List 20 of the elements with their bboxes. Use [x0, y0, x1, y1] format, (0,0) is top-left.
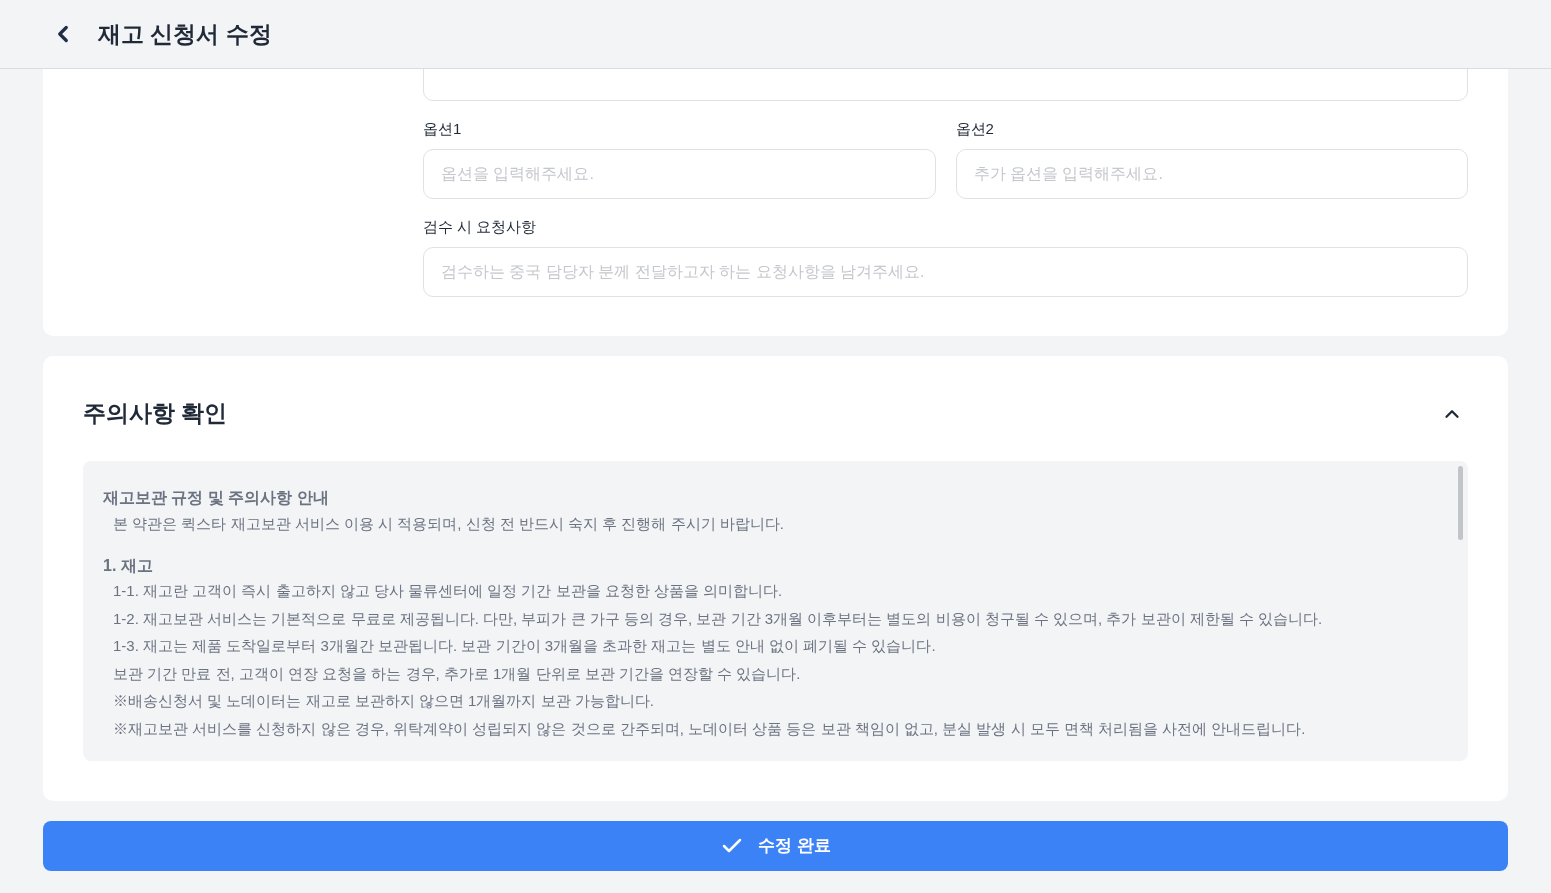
input-field[interactable]: [423, 69, 1468, 101]
terms-line: ※재고보관 서비스를 신청하지 않은 경우, 위탁계약이 성립되지 않은 것으로 간주되며, 노데이터 상품 등은 보관 책임이 없고, 분실 발생 시 모두 면책 처리됨을 사전에 안내드립니다.: [112, 718, 1307, 739]
input-field[interactable]: 추가 옵션을 입력해주세요.: [955, 149, 1468, 199]
terms-line: 보관 기간 만료 전, 고객이 연장 요청을 하는 경우, 추가로 1개월 단위로 보관 기간을 연장할 수 있습니다.: [112, 663, 802, 684]
terms-heading: 재고보관 규정 및 주의사항 안내: [103, 488, 330, 508]
terms-section-title: 1. 재고: [103, 556, 154, 576]
terms-line: 1-3. 재고는 제품 도착일로부터 3개월간 보관됩니다. 보관 기간이 3개월을 초과한 재고는 별도 안내 없이 폐기될 수 있습니다.: [112, 636, 937, 657]
submit-button[interactable]: 수정 완료: [43, 821, 1508, 871]
terms-intro: 본 약관은 퀵스타 재고보관 서비스 이용 시 적용되며, 신청 전 반드시 숙지 후 진행해 주시기 바랍니다.: [112, 514, 785, 534]
input-field[interactable]: 검수하는 중국 담당자 분께 전달하고자 하는 요청사항을 남겨주세요.: [423, 247, 1468, 297]
terms-line: 1-2. 재고보관 서비스는 기본적으로 무료로 제공됩니다. 다만, 부피가 큰 가구 등의 경우, 보관 기간 3개월 이후부터는 별도의 비용이 청구될 수 있으며, 추가 보관이 제한될 수 있습니다.: [112, 608, 1324, 629]
input-field[interactable]: 옵션을 입력해주세요.: [423, 149, 936, 199]
terms-line: 1-1. 재고란 고객이 즉시 출고하지 않고 당사 물류센터에 일정 기간 보관을 요청한 상품을 의미합니다.: [112, 581, 784, 601]
scrollbar-thumb[interactable]: [1458, 466, 1463, 540]
terms-line: ※배송신청서 및 노데이터는 재고로 보관하지 않으면 1개월까지 보관 가능합니다.: [112, 691, 655, 712]
page-title: 재고 신청서 수정: [98, 19, 272, 49]
field-label: 옵션2: [955, 119, 994, 139]
field-label: 검수 시 요청사항: [423, 217, 537, 237]
section-title: 주의사항 확인: [83, 399, 228, 429]
field-label: 옵션1: [423, 119, 462, 139]
